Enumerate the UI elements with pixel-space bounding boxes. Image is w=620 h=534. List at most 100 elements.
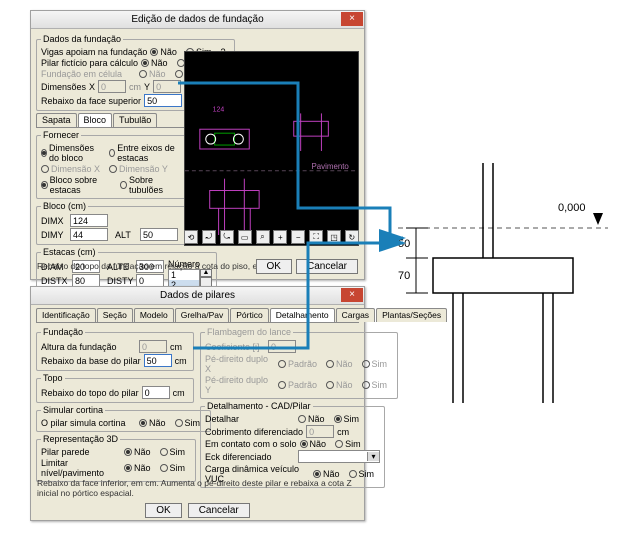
lbl-altura-fund: Altura da fundação — [41, 342, 136, 352]
tool-btn-6[interactable]: + — [273, 230, 287, 244]
radio-ln-sim[interactable]: Sim — [160, 463, 186, 473]
preview-canvas[interactable]: Pavimento 124 — [184, 51, 359, 246]
radio-solo-nao[interactable]: Não — [300, 439, 327, 449]
radio-pp-sim[interactable]: Sim — [160, 447, 186, 457]
legend-fornecer: Fornecer — [41, 130, 81, 140]
radio-pdy-nao: Não — [326, 380, 353, 390]
radio-pdx-pad: Padrão — [278, 359, 317, 369]
radio-dimbloco[interactable]: Dimensões do bloco — [41, 143, 100, 163]
title-pilares: Dados de pilares — [160, 290, 235, 301]
radio-ln-nao[interactable]: Não — [124, 463, 151, 473]
input-reb-topo[interactable] — [142, 386, 170, 399]
cm1: cm — [129, 82, 141, 92]
tab-cargas[interactable]: Cargas — [336, 308, 375, 322]
btn-ok-foundation[interactable]: OK — [256, 259, 292, 274]
tabstrip-pilares: Identificação Seção Modelo Grelha/Pav Pó… — [36, 308, 359, 323]
legend-rep3d: Representação 3D — [41, 434, 120, 444]
tab-sapata[interactable]: Sapata — [36, 113, 77, 127]
btn-cancel-pilares[interactable]: Cancelar — [188, 503, 250, 518]
legend-flambagem: Flambagem do lance — [205, 327, 293, 337]
lbl-pilarfict: Pilar fictício para cálculo — [41, 58, 138, 68]
tool-btn-7[interactable]: − — [291, 230, 305, 244]
group-rep3d: Representação 3D Pilar parede Não Sim Li… — [36, 434, 196, 482]
tab-grelha[interactable]: Grelha/Pav — [175, 308, 230, 322]
radio-blocosobre[interactable]: Bloco sobre estacas — [41, 175, 111, 195]
svg-text:124: 124 — [213, 106, 225, 113]
input-dimy2[interactable] — [70, 228, 108, 241]
tab-ident[interactable]: Identificação — [36, 308, 96, 322]
close-button-foundation[interactable]: × — [341, 12, 363, 26]
radio-solo-sim[interactable]: Sim — [335, 439, 361, 449]
tool-btn-1[interactable]: ⟲ — [184, 230, 198, 244]
group-flambagem: Flambagem do lance Coeficiente [i] Pé-di… — [200, 327, 398, 399]
lbl-alt: ALT — [115, 230, 137, 240]
radio-det-nao[interactable]: Não — [298, 414, 325, 424]
lbl-detalhar: Detalhar — [205, 414, 295, 424]
cm-rt: cm — [173, 388, 185, 398]
lbl-pdx: Pé-direito duplo X — [205, 354, 275, 374]
radio-pdy-pad: Padrão — [278, 380, 317, 390]
tool-btn-5[interactable]: ⌕ — [256, 230, 270, 244]
legend-detcad: Detalhamento - CAD/Pilar — [205, 401, 313, 411]
lbl-reb-base: Rebaixo da base do pilar — [41, 356, 141, 366]
radio-pdy-sim: Sim — [362, 380, 388, 390]
radio-sobretub[interactable]: Sobre tubulões — [120, 175, 175, 195]
tabstrip-foundation-type: Sapata Bloco Tubulão — [36, 113, 186, 128]
tool-btn-2[interactable]: ⤾ — [202, 230, 216, 244]
radio-pp-nao[interactable]: Não — [124, 447, 151, 457]
tab-secao[interactable]: Seção — [97, 308, 133, 322]
close-button-pilares[interactable]: × — [341, 288, 363, 302]
tab-portico[interactable]: Pórtico — [230, 308, 268, 322]
radio-pilar-nao[interactable]: Não — [141, 58, 168, 68]
tool-btn-10[interactable]: ↻ — [345, 230, 359, 244]
radio-det-sim[interactable]: Sim — [334, 414, 360, 424]
input-altura-fund — [139, 340, 167, 353]
dimension-diagram: 0,000 50 70 — [398, 163, 608, 403]
lbl-pdy: Pé-direito duplo Y — [205, 375, 275, 395]
tool-btn-9[interactable]: ◳ — [327, 230, 341, 244]
legend-fundacao: Fundação — [41, 327, 85, 337]
titlebar-foundation: Edição de dados de fundação × — [31, 11, 364, 29]
lbl-eck: Eck diferenciado — [205, 452, 295, 462]
tab-modelo[interactable]: Modelo — [134, 308, 174, 322]
lbl-dimensoes: Dimensões — [41, 82, 86, 92]
lbl-solo: Em contato com o solo — [205, 439, 297, 449]
group-detcad: Detalhamento - CAD/Pilar Detalhar Não Si… — [200, 401, 385, 488]
tool-btn-8[interactable]: ⛶ — [309, 230, 323, 244]
group-bloco: Bloco (cm) DIMX DIMY ALT — [36, 201, 186, 245]
lbl-rebaixo-sup: Rebaixo da face superior — [41, 96, 141, 106]
btn-ok-pilares[interactable]: OK — [145, 503, 181, 518]
cm-cob: cm — [337, 427, 349, 437]
radio-entreeixos[interactable]: Entre eixos de estacas — [109, 143, 175, 163]
tab-tubulao[interactable]: Tubulão — [113, 113, 157, 127]
lbl-fundcel: Fundação em célula — [41, 69, 136, 79]
lbl-simula: O pilar simula cortina — [41, 418, 136, 428]
input-dimx2[interactable] — [70, 214, 108, 227]
group-fundacao: Fundação Altura da fundação cm Rebaixo da… — [36, 327, 194, 371]
lbl-cobrim: Cobrimento diferenciado — [205, 427, 303, 437]
dialog-foundation-edit: Edição de dados de fundação × Dados da f… — [30, 10, 365, 280]
legend-bloco: Bloco (cm) — [41, 201, 88, 211]
chevron-down-icon[interactable]: ▾ — [367, 452, 379, 461]
tool-btn-4[interactable]: ▭ — [238, 230, 252, 244]
lbl-distx: DISTX — [41, 276, 69, 286]
radio-sim-nao[interactable]: Não — [139, 418, 166, 428]
input-alt[interactable] — [140, 228, 178, 241]
tab-detalh[interactable]: Detalhamento — [270, 308, 335, 322]
radio-sim-sim[interactable]: Sim — [175, 418, 201, 428]
tool-btn-3[interactable]: ⤿ — [220, 230, 234, 244]
btn-cancel-foundation[interactable]: Cancelar — [296, 259, 358, 274]
radio-fund-nao: Não — [139, 69, 166, 79]
radio-vigas-nao[interactable]: Não — [150, 47, 177, 57]
canvas-label-pavimento: Pavimento — [312, 162, 350, 171]
input-reb-base[interactable] — [144, 354, 172, 367]
input-rebaixo-sup[interactable] — [144, 94, 182, 107]
tab-bloco[interactable]: Bloco — [78, 113, 113, 127]
level-marker-icon — [593, 213, 603, 225]
legend-foundation-data: Dados da fundação — [41, 34, 123, 44]
num-1[interactable]: 1 — [169, 270, 199, 280]
level-label: 0,000 — [558, 202, 586, 214]
lbl-lim-nivel: Limitar nível/pavimento — [41, 458, 121, 478]
combo-eck[interactable]: ▾ — [298, 450, 380, 463]
cm-af: cm — [170, 342, 182, 352]
